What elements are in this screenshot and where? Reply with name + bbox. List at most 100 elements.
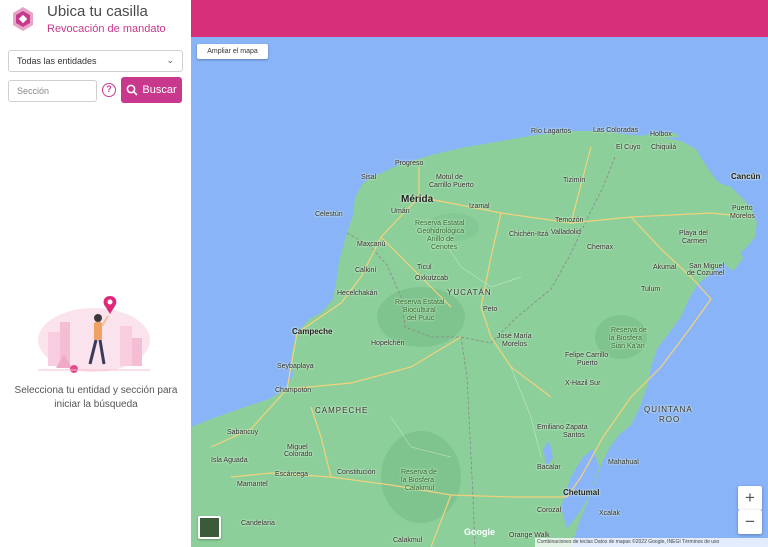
map-label: Felipe Carrillo (565, 352, 609, 359)
satellite-toggle[interactable] (198, 516, 221, 539)
map-label: Playa del (679, 230, 708, 237)
map-label: Mahahual (608, 459, 639, 466)
search-icon (127, 84, 138, 96)
map-label: Progreso (395, 160, 424, 167)
app-root: Ubica tu casilla Revocación de mandato T… (0, 0, 768, 547)
map-label: Corozal (537, 507, 562, 514)
search-button[interactable]: Buscar (121, 77, 182, 103)
map-label: Reserva Estatal (415, 220, 465, 227)
map-label: Calakmul (393, 537, 423, 544)
map-label: la Biosfera (401, 477, 435, 484)
land-peninsula (191, 131, 757, 547)
app-title: Ubica tu casilla (47, 3, 148, 20)
map-label: Morelos (730, 213, 755, 220)
map-label: Carrillo Puerto (429, 182, 474, 189)
help-icon[interactable]: ? (102, 83, 116, 97)
map-label: Chemax (587, 244, 614, 251)
map-label: Umán (391, 208, 410, 215)
map-label: Calakmul (405, 485, 435, 492)
map-label: José María (497, 333, 532, 340)
map-label-chetumal: Chetumal (563, 488, 600, 497)
map-label-campeche-state: CAMPECHE (315, 406, 369, 415)
section-input-placeholder: Sección (17, 86, 50, 96)
map-label: Emiliano Zapata (537, 424, 588, 431)
map-label: Bacalar (537, 464, 561, 471)
map-label: Motul de (436, 174, 463, 181)
map-label: Hecelchakán (337, 290, 378, 297)
map-view[interactable]: Río Lagartos Las Coloradas Holbox El Cuy… (191, 37, 768, 547)
map-label-quintana-roo: QUINTANA (644, 405, 693, 414)
map-label: Holbox (650, 131, 672, 138)
entity-select[interactable]: Todas las entidades ⌄ (8, 50, 183, 72)
map-label: Reserva de (401, 469, 437, 476)
map-label: la Biosfera (609, 335, 643, 342)
map-label: El Cuyo (616, 144, 641, 151)
expand-map-button[interactable]: Ampliar el mapa (197, 44, 268, 59)
map-label: Miguel (287, 444, 308, 451)
zoom-out-button[interactable]: − (738, 510, 762, 534)
map-label: Colorado (284, 451, 313, 458)
map-label-quintana-roo: ROO (659, 415, 681, 424)
map-label: Calkiní (355, 267, 377, 274)
google-logo: Google (464, 527, 495, 537)
map-label: Anillo de (427, 236, 454, 243)
map-attribution[interactable]: Combinaciones de teclas Datos de mapas ©… (535, 538, 768, 547)
map-label: Valladolid (551, 229, 581, 236)
map-label: Champotón (275, 387, 312, 394)
map-label: Celestún (315, 211, 343, 218)
map-label: Constitución (337, 469, 376, 476)
map-label: Maxcanú (357, 241, 386, 248)
map-label-cancun: Cancún (731, 172, 761, 181)
zoom-in-button[interactable]: + (738, 486, 762, 510)
map-label: Peto (483, 306, 498, 313)
map-label: Ticul (417, 264, 432, 271)
map-label: Sabancuy (227, 429, 259, 436)
header-bar (191, 0, 768, 37)
map-label-yucatan: YUCATÁN (447, 288, 492, 297)
map-label: Puerto (732, 205, 753, 212)
entity-select-value: Todas las entidades (17, 56, 97, 66)
map-label: del Puuc (407, 315, 435, 322)
map-label: Río Lagartos (531, 128, 572, 135)
logo-icon (13, 7, 33, 31)
map-label-campeche: Campeche (292, 327, 333, 336)
map-label: Biocultural (403, 307, 436, 314)
map-label: Tulum (641, 286, 661, 293)
map-label: Cenotes (431, 244, 458, 251)
search-button-label: Buscar (142, 84, 177, 96)
map-label: de Cozumel (687, 270, 725, 277)
map-label: Sisal (361, 174, 377, 181)
map-label: Sian Ka'an (611, 343, 645, 350)
empty-state-message: Selecciona tu entidad y sección para ini… (14, 385, 178, 410)
map-label: Akumal (653, 264, 677, 271)
empty-state-illustration (38, 296, 150, 373)
map-label: Chichén-Itzá (509, 231, 549, 238)
map-label: Puerto (577, 360, 598, 367)
map-label: Las Coloradas (593, 127, 639, 134)
map-label: Mamantel (237, 481, 268, 488)
map-label: Xcalak (599, 510, 621, 517)
map-label: Candelaria (241, 520, 275, 527)
map-label: Tizimín (563, 177, 586, 184)
map-label: Santos (563, 432, 585, 439)
chevron-down-icon: ⌄ (166, 55, 174, 65)
map-label: Morelos (502, 341, 527, 348)
section-input[interactable]: Sección (8, 80, 97, 102)
map-label: Chiquilá (651, 144, 677, 151)
map-label: Seybaplaya (277, 363, 314, 370)
sidebar: Ubica tu casilla Revocación de mandato T… (0, 0, 191, 547)
map-label: X-Hazil Sur (565, 380, 601, 387)
map-label: Temozón (555, 217, 584, 224)
map-label: Carmen (682, 238, 707, 245)
map-label: San Miguel (689, 263, 725, 270)
map-label-merida: Mérida (401, 194, 434, 205)
map-label: Escárcega (275, 471, 309, 478)
map-label: Izamal (469, 203, 490, 210)
map-label: Reserva de (611, 327, 647, 334)
map-label: Isla Aguada (211, 457, 248, 464)
map-label: Hopelchén (371, 340, 405, 347)
map-label: Oxkutzcab (415, 275, 449, 282)
app-subtitle: Revocación de mandato (47, 23, 166, 35)
map-label: Reserva Estatal (395, 299, 445, 306)
map-label: Geohidrológica (417, 228, 465, 235)
